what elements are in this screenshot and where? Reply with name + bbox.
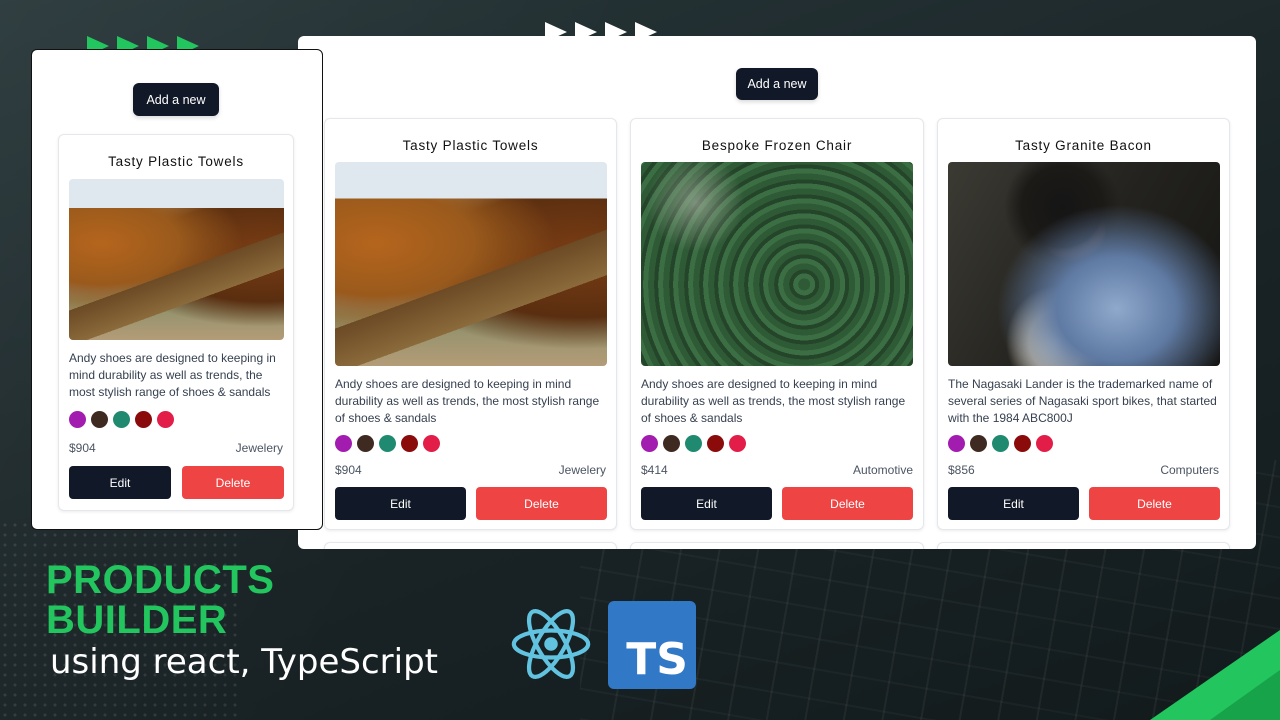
edit-button[interactable]: Edit [335,487,466,520]
product-title: Tasty Granite Bacon [1015,138,1152,153]
color-swatch[interactable] [135,411,152,428]
product-title: Bespoke Frozen Chair [701,138,853,153]
color-swatch[interactable] [335,435,352,452]
product-image [641,162,913,366]
color-swatches [69,411,174,428]
delete-button[interactable]: Delete [1089,487,1220,520]
add-new-button[interactable]: Add a new [736,68,818,100]
typescript-logo-text: TS [626,634,688,685]
color-swatch[interactable] [707,435,724,452]
edit-button[interactable]: Edit [641,487,772,520]
product-description: The Nagasaki Lander is the trademarked n… [948,377,1217,425]
product-price: $856 [948,463,975,477]
subline: using react, TypeScript [50,642,438,682]
product-card: Tasty Plastic Towels Andy shoes are desi… [324,118,617,530]
color-swatch[interactable] [685,435,702,452]
color-swatch[interactable] [663,435,680,452]
color-swatch[interactable] [423,435,440,452]
product-category: Computers [1160,463,1219,477]
color-swatch[interactable] [641,435,658,452]
color-swatch[interactable] [401,435,418,452]
headline-line-2: BUILDER [46,598,228,642]
edit-button[interactable]: Edit [69,466,171,499]
product-price: $904 [69,441,96,455]
color-swatch[interactable] [970,435,987,452]
product-description: Andy shoes are designed to keeping in mi… [641,377,906,425]
product-title: Tasty Plastic Towels [402,138,539,153]
product-price: $904 [335,463,362,477]
product-card-partial [937,542,1230,549]
product-card-partial [324,542,617,549]
delete-button[interactable]: Delete [476,487,607,520]
add-new-button[interactable]: Add a new [133,83,219,116]
product-category: Jewelery [558,463,606,477]
color-swatch[interactable] [729,435,746,452]
product-image [948,162,1220,366]
headline: PRODUCTS BUILDER [46,560,274,640]
color-swatch[interactable] [948,435,965,452]
products-panel: Add a new Tasty Plastic Towels Andy shoe… [298,36,1256,549]
color-swatch[interactable] [992,435,1009,452]
product-description: Andy shoes are designed to keeping in mi… [69,351,276,399]
color-swatch[interactable] [357,435,374,452]
product-title: Tasty Plastic Towels [108,154,244,169]
green-corner-shape-inner [1210,670,1280,720]
delete-button[interactable]: Delete [182,466,284,499]
color-swatch[interactable] [91,411,108,428]
product-image [69,179,284,340]
color-swatch[interactable] [157,411,174,428]
product-image [335,162,607,366]
product-card: Tasty Plastic Towels Andy shoes are desi… [58,134,294,511]
color-swatch[interactable] [69,411,86,428]
product-category: Jewelery [235,441,283,455]
product-card-partial [630,542,924,549]
typescript-logo-icon: TS [608,601,696,689]
react-logo-icon [511,609,591,679]
edit-button[interactable]: Edit [948,487,1079,520]
color-swatches [641,435,746,452]
color-swatch[interactable] [113,411,130,428]
color-swatch[interactable] [1036,435,1053,452]
color-swatch[interactable] [379,435,396,452]
product-price: $414 [641,463,668,477]
product-category: Automotive [852,463,913,477]
product-card: Tasty Granite Bacon The Nagasaki Lander … [937,118,1230,530]
headline-line-1: PRODUCTS [46,558,275,602]
delete-button[interactable]: Delete [782,487,913,520]
product-description: Andy shoes are designed to keeping in mi… [335,377,600,425]
color-swatches [335,435,440,452]
mobile-preview-panel: Add a new Tasty Plastic Towels Andy shoe… [31,49,323,530]
color-swatches [948,435,1053,452]
product-card: Bespoke Frozen Chair Andy shoes are desi… [630,118,924,530]
color-swatch[interactable] [1014,435,1031,452]
